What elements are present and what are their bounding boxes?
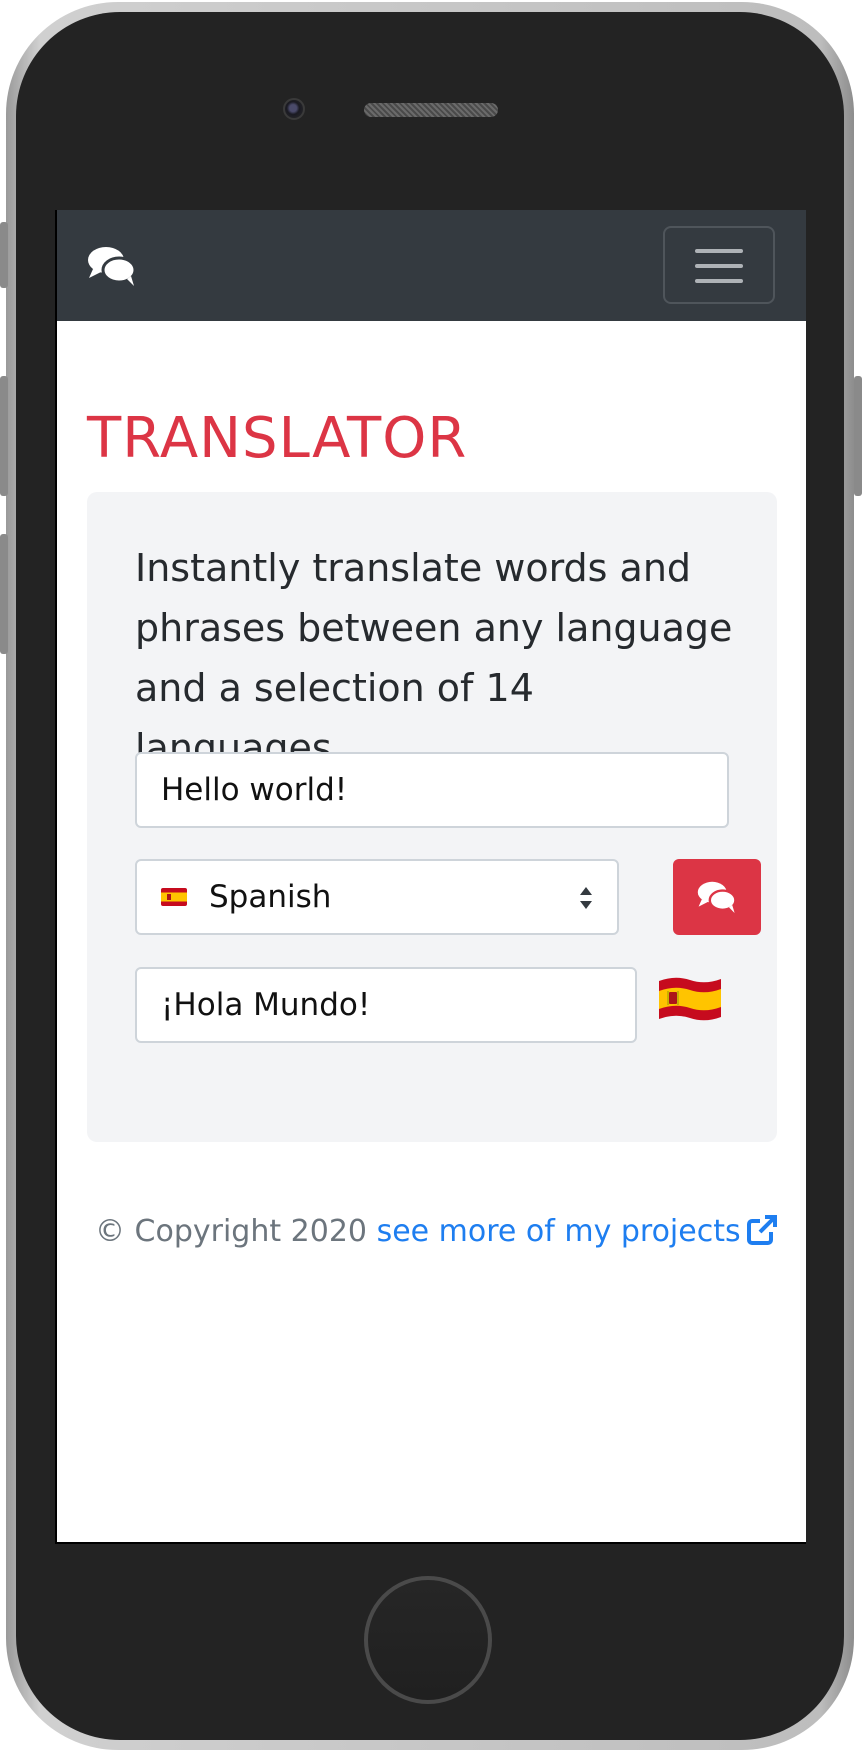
phone-side-button (854, 376, 862, 496)
language-select-value: Spanish (209, 879, 332, 915)
front-camera (283, 98, 305, 120)
comments-icon (697, 881, 737, 913)
earpiece-speaker (364, 103, 498, 117)
home-button[interactable] (364, 1576, 492, 1704)
external-link-icon (746, 1215, 777, 1245)
navbar (57, 210, 806, 321)
spain-flag-icon (161, 888, 187, 906)
phone-side-button (0, 534, 8, 654)
translator-card: Instantly translate words and phrases be… (87, 492, 777, 1142)
copyright-text: © Copyright 2020 (95, 1214, 368, 1249)
page-title: TRANSLATOR (87, 406, 468, 471)
select-caret-icon (580, 887, 592, 909)
lead-text: Instantly translate words and phrases be… (135, 546, 733, 770)
phone-side-button (0, 222, 8, 288)
screen: TRANSLATOR Instantly translate words and… (55, 210, 806, 1544)
hamburger-menu-button[interactable] (663, 226, 775, 304)
hamburger-menu-icon (695, 264, 743, 268)
comments-icon[interactable] (87, 245, 137, 287)
footer: © Copyright 2020 see more of my projects (95, 1214, 777, 1249)
translation-value: ¡Hola Mundo! (161, 987, 371, 1023)
translation-output[interactable]: ¡Hola Mundo! (135, 967, 637, 1043)
source-text-value: Hello world! (161, 772, 348, 808)
projects-link[interactable]: see more of my projects (377, 1214, 777, 1249)
translate-button[interactable] (673, 859, 761, 935)
phone-side-button (0, 376, 8, 496)
projects-link-label: see more of my projects (376, 1214, 741, 1249)
source-text-input[interactable]: Hello world! (135, 752, 729, 828)
hamburger-menu-icon (695, 279, 743, 283)
spain-flag-icon (659, 977, 721, 1021)
language-select[interactable]: Spanish (135, 859, 619, 935)
hamburger-menu-icon (695, 249, 743, 253)
